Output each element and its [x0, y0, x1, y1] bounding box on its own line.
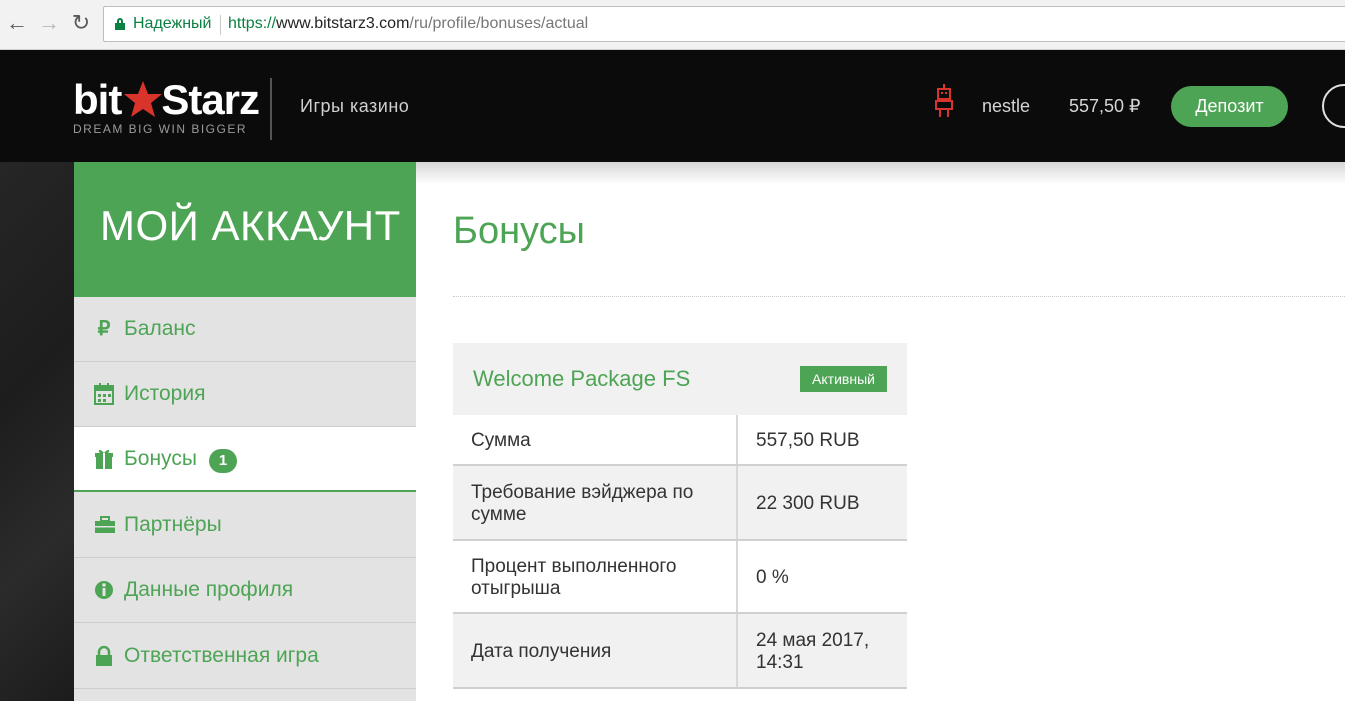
lock-icon	[94, 645, 114, 667]
sidebar-item-label: Партнёры	[124, 513, 222, 536]
bonus-count-badge: 1	[209, 449, 237, 473]
sidebar-item-history[interactable]: История	[74, 362, 416, 427]
background-pattern	[0, 162, 74, 701]
url-host: www.bitstarz3.com	[276, 15, 410, 32]
sidebar-item-responsible-gaming[interactable]: Ответственная игра	[74, 624, 416, 689]
header-shadow	[416, 162, 1345, 184]
header-divider	[270, 78, 272, 140]
title-divider	[453, 296, 1345, 297]
briefcase-icon	[94, 514, 115, 536]
sidebar-item-bonuses[interactable]: Бонусы 1	[74, 427, 416, 492]
address-bar[interactable]: Надежный https://www.bitstarz3.com/ru/pr…	[103, 6, 1345, 42]
info-icon	[94, 579, 114, 601]
logo-text-right: Starz	[161, 76, 260, 123]
username[interactable]: nestle	[982, 96, 1030, 117]
address-divider	[220, 15, 221, 35]
secure-lock-icon	[115, 18, 125, 30]
sidebar-item-profile[interactable]: Данные профиля	[74, 558, 416, 623]
logo-tagline: DREAM BIG WIN BIGGER	[73, 122, 248, 136]
row-value: 557,50 RUB	[756, 429, 860, 451]
header-balance: 557,50 ₽	[1069, 96, 1141, 116]
calendar-icon	[94, 383, 114, 405]
table-row: Дата получения 24 мая 2017, 14:31	[453, 614, 907, 689]
table-row: Требование вэйджера по сумме 22 300 RUB	[453, 466, 907, 541]
back-arrow-icon[interactable]: ←	[6, 10, 28, 36]
row-label: Сумма	[471, 429, 531, 451]
casino-games-link[interactable]: Игры казино	[300, 96, 409, 117]
ruble-icon: ₽	[97, 318, 111, 340]
forward-arrow-icon[interactable]: →	[38, 10, 60, 36]
star-icon	[124, 81, 162, 117]
status-badge: Активный	[800, 366, 887, 392]
sidebar-item-label: Данные профиля	[124, 578, 294, 601]
url-scheme: https://	[228, 15, 277, 32]
bonus-card-header: Welcome Package FS Активный	[453, 343, 907, 415]
gift-icon	[94, 448, 114, 470]
robot-avatar-icon[interactable]	[934, 84, 954, 118]
table-row: Процент выполненного отыгрыша 0 %	[453, 541, 907, 614]
sidebar-item-label: Ответственная игра	[124, 644, 319, 667]
secure-label: Надежный	[133, 15, 212, 32]
url-path: /ru/profile/bonuses/actual	[409, 15, 589, 32]
account-title: МОЙ АККАУНТ	[74, 162, 416, 297]
page-title: Бонусы	[453, 210, 585, 252]
row-value: 0 %	[756, 566, 789, 588]
sidebar-item-label: История	[124, 382, 206, 405]
sidebar-item-label: Баланс	[124, 317, 196, 340]
browser-toolbar: ← → ↻ Надежный https://www.bitstarz3.com…	[0, 0, 1345, 50]
sidebar-item-label: Бонусы	[124, 447, 197, 470]
bonus-name: Welcome Package FS	[473, 366, 691, 391]
table-row: Сумма 557,50 RUB	[453, 415, 907, 466]
logo-text-left: bit	[73, 76, 122, 123]
sidebar-item-balance[interactable]: ₽ Баланс	[74, 297, 416, 362]
row-label: Дата получения	[453, 614, 736, 689]
row-label: Процент выполненного отыгрыша	[471, 555, 677, 599]
url-text[interactable]: https://www.bitstarz3.com/ru/profile/bon…	[228, 15, 588, 33]
row-label: Требование вэйджера по сумме	[453, 466, 736, 541]
row-value: 24 мая 2017, 14:31	[738, 614, 907, 689]
sidebar-item-partners[interactable]: Партнёры	[74, 493, 416, 558]
row-value: 22 300 RUB	[738, 466, 907, 541]
reload-icon[interactable]: ↻	[70, 10, 92, 36]
deposit-button[interactable]: Депозит	[1171, 86, 1288, 127]
account-sidebar: МОЙ АККАУНТ ₽ Баланс История Бонусы 1 Па…	[74, 162, 416, 701]
